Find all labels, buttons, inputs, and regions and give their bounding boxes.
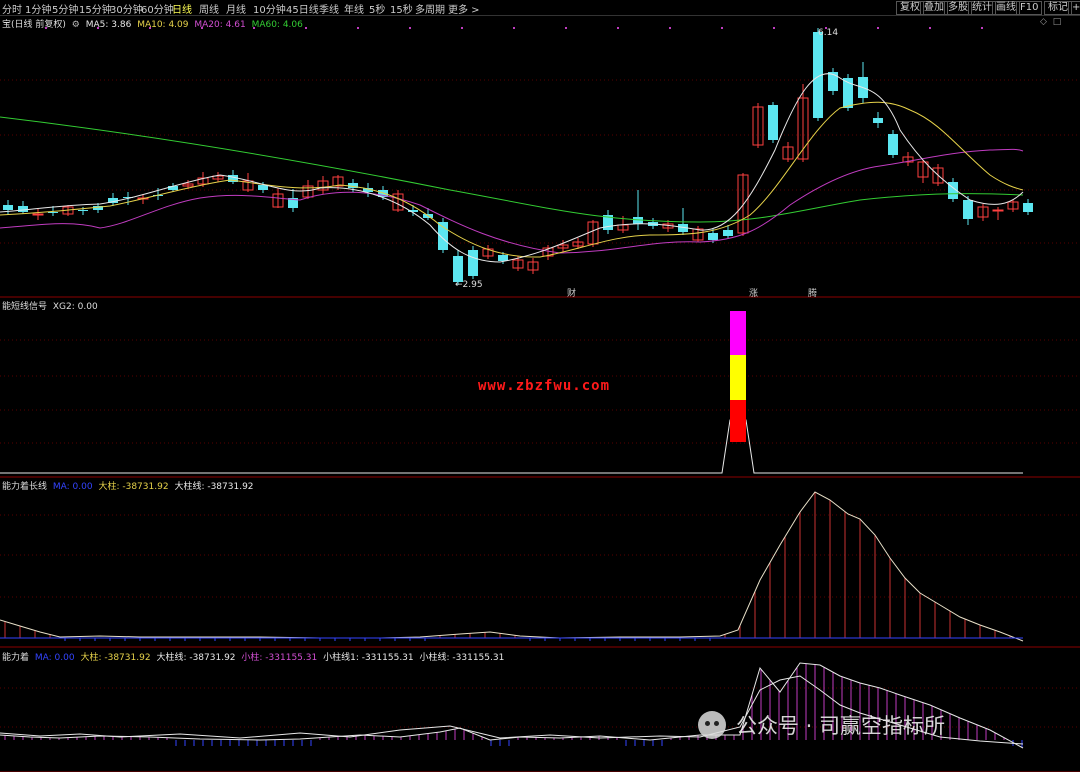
top-dot: [513, 27, 515, 29]
signal-bar-red: [730, 400, 746, 442]
signal-bar-yellow: [730, 355, 746, 400]
top-dot: [409, 27, 411, 29]
wechat-watermark: 公众号 · 司赢空指标所: [698, 710, 945, 740]
candle-body: [768, 105, 778, 140]
ma60-line: [0, 116, 1024, 223]
candle-body: [888, 134, 898, 155]
top-dot: [877, 27, 879, 29]
signal-line: [0, 419, 1023, 474]
top-dot: [305, 27, 307, 29]
candle-body: [1023, 203, 1033, 212]
high-price-label: 6.14: [818, 28, 839, 38]
panel3-curve: [0, 491, 1024, 642]
top-dot: [45, 27, 47, 29]
candle-body: [78, 210, 88, 211]
candle-body: [3, 205, 13, 210]
candle-body: [48, 212, 58, 213]
top-dot: [149, 27, 151, 29]
top-dot: [97, 27, 99, 29]
candle-body: [963, 200, 973, 219]
top-dot: [929, 27, 931, 29]
top-dot: [669, 27, 671, 29]
top-dot: [461, 27, 463, 29]
top-dot: [773, 27, 775, 29]
candle-body: [873, 118, 883, 123]
candle-body: [32, 213, 44, 216]
wechat-label: 公众号 · 司赢空指标所: [736, 714, 946, 738]
marker-zhang[interactable]: 涨: [749, 286, 758, 299]
low-price-label: ←2.95: [455, 280, 483, 290]
wechat-icon: [698, 711, 726, 739]
top-dot: [357, 27, 359, 29]
top-dot: [565, 27, 567, 29]
candle-body: [18, 206, 28, 212]
marker-cai[interactable]: 财: [567, 286, 576, 299]
signal-bar-magenta: [730, 311, 746, 355]
candle-body: [453, 256, 463, 282]
top-dot: [617, 27, 619, 29]
top-dot: [721, 27, 723, 29]
top-dot: [201, 27, 203, 29]
candle-body: [498, 255, 508, 261]
candle-body: [708, 233, 718, 240]
candle-body: [992, 209, 1004, 212]
top-dot: [981, 27, 983, 29]
marker-teng[interactable]: 腾: [808, 286, 817, 299]
top-dot: [253, 27, 255, 29]
candle-body: [468, 250, 478, 276]
candle-body: [438, 222, 448, 250]
watermark-url: www.zbzfwu.com: [478, 378, 611, 394]
candle-body: [723, 230, 733, 236]
ma10-line: [0, 101, 1024, 258]
